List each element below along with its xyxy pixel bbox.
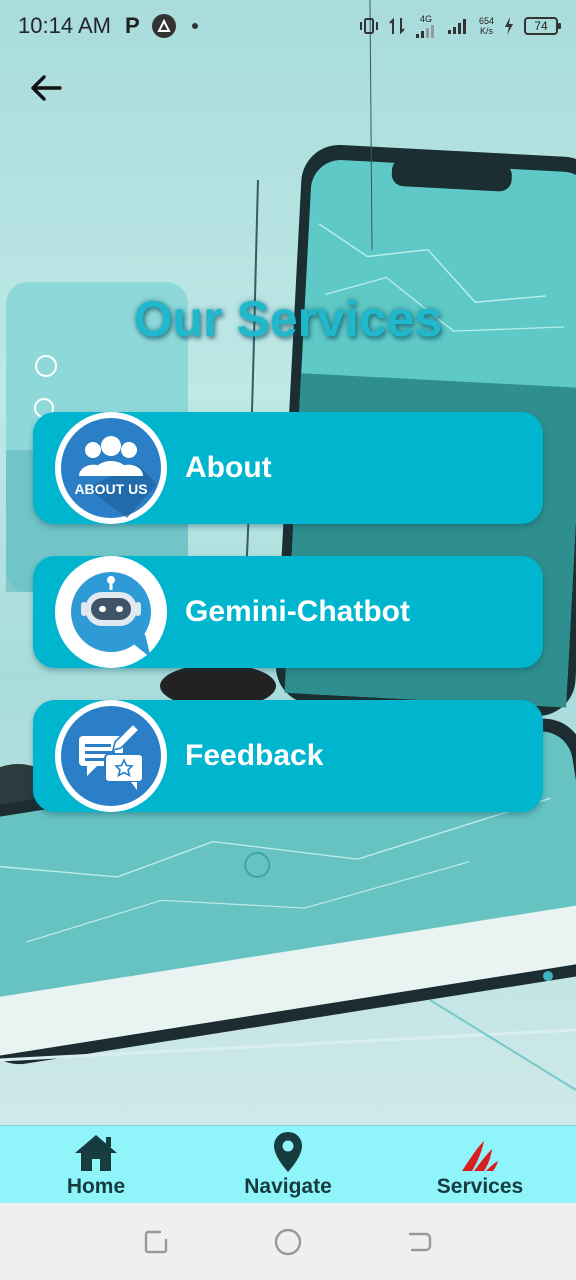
- net-speed-value: 654: [478, 16, 494, 26]
- bottom-navigation: Home Navigate Services: [0, 1125, 576, 1203]
- services-icon: [462, 1141, 498, 1171]
- feedback-card[interactable]: Feedback: [33, 700, 543, 812]
- about-us-icon: ABOUT US: [55, 412, 167, 524]
- feedback-label: Feedback: [185, 739, 324, 772]
- home-icon: [75, 1135, 117, 1171]
- battery-icon: 74: [524, 17, 561, 35]
- status-time: 10:14 AM: [18, 13, 111, 38]
- recent-apps-button[interactable]: [136, 1222, 176, 1262]
- system-navigation-bar: [0, 1203, 576, 1280]
- back-system-button[interactable]: [400, 1222, 440, 1262]
- notification-dot-icon: [191, 23, 198, 29]
- net-speed: 654 K/s: [479, 16, 494, 36]
- arrow-left-icon: [31, 75, 62, 101]
- gemini-chatbot-label: Gemini-Chatbot: [185, 595, 410, 628]
- nav-item-home[interactable]: Home: [0, 1126, 192, 1203]
- about-card[interactable]: ABOUT US About: [33, 412, 543, 524]
- nav-item-services[interactable]: Services: [384, 1126, 576, 1203]
- signal-bars-2-icon: [447, 19, 466, 34]
- status-right-group: 4G 654 K/s 74: [359, 14, 561, 38]
- charging-icon: [505, 17, 513, 35]
- recent-apps-icon: [144, 1230, 168, 1253]
- nav-item-navigate[interactable]: Navigate: [192, 1126, 384, 1203]
- notification-app-icon: [151, 14, 176, 38]
- about-us-icon-text: ABOUT US: [74, 481, 147, 497]
- nav-label-services: Services: [436, 1175, 524, 1198]
- feedback-icon: [55, 700, 167, 812]
- vibrate-icon: [359, 18, 378, 34]
- parking-app-icon: P: [124, 13, 140, 38]
- gemini-chatbot-card[interactable]: Gemini-Chatbot: [33, 556, 543, 668]
- net-speed-unit: K/s: [479, 26, 493, 36]
- status-bar: 10:14 AM P 4G 654 K/s 74: [0, 0, 576, 52]
- location-pin-icon: [274, 1132, 302, 1172]
- network-type: 4G: [419, 14, 432, 24]
- nav-label-home: Home: [66, 1175, 126, 1198]
- nav-label-navigate: Navigate: [244, 1175, 332, 1198]
- back-button[interactable]: [26, 68, 66, 108]
- home-circle-icon: [274, 1228, 302, 1255]
- signal-bars-1-icon: [415, 25, 434, 38]
- page-title: Our Services: [133, 291, 443, 347]
- data-transfer-icon: [389, 17, 405, 35]
- home-system-button[interactable]: [268, 1222, 308, 1262]
- about-label: About: [185, 451, 272, 484]
- robot-chat-icon: [55, 556, 167, 668]
- back-system-icon: [408, 1232, 432, 1251]
